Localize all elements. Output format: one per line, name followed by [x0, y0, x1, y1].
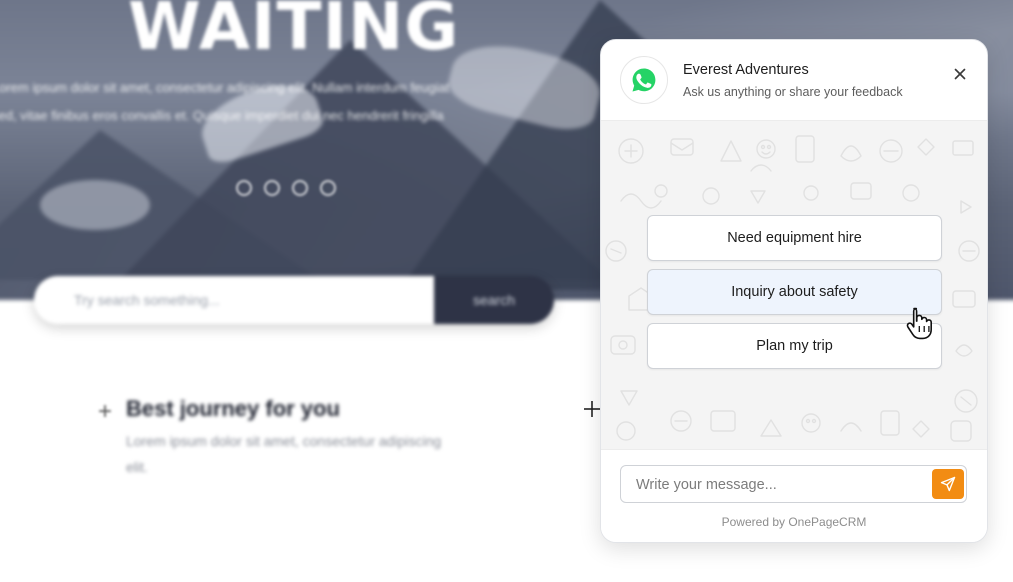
hero-title: WAITING	[128, 0, 460, 65]
chat-subtitle: Ask us anything or share your feedback	[683, 85, 903, 99]
close-button[interactable]	[949, 63, 971, 85]
quick-reply-plan-trip[interactable]: Plan my trip	[647, 323, 942, 369]
slider-dot[interactable]	[292, 180, 308, 196]
hero-text-line-2: sed, vitae finibus eros convallis et. Qu…	[0, 108, 444, 123]
chat-widget-header: Everest Adventures Ask us anything or sh…	[601, 40, 987, 121]
close-icon	[954, 68, 966, 80]
plus-icon: +	[98, 398, 113, 425]
chat-widget: Everest Adventures Ask us anything or sh…	[600, 39, 988, 543]
hero-search-input[interactable]: Try search something...	[34, 276, 434, 324]
slider-dots	[236, 180, 336, 196]
hero-text-line-1: Lorem ipsum dolor sit amet, consectetur …	[0, 80, 450, 95]
feature-description: Lorem ipsum dolor sit amet, consectetur …	[126, 433, 442, 475]
powered-by-text[interactable]: Powered by OnePageCRM	[601, 515, 987, 529]
chat-avatar	[620, 56, 668, 104]
slider-dot[interactable]	[264, 180, 280, 196]
chat-body: Need equipment hire Inquiry about safety…	[601, 121, 987, 449]
quick-reply-equipment-hire[interactable]: Need equipment hire	[647, 215, 942, 261]
slider-dot[interactable]	[236, 180, 252, 196]
hero-search-bar: Try search something... search	[34, 276, 554, 324]
whatsapp-icon	[632, 68, 656, 92]
send-button[interactable]	[932, 469, 964, 499]
message-input[interactable]	[621, 466, 938, 504]
crosshair-cursor-icon	[584, 401, 600, 417]
hand-pointer-cursor-icon	[906, 307, 932, 340]
feature-title: Best journey for you	[126, 396, 340, 421]
send-icon	[940, 476, 956, 492]
message-composer	[620, 465, 967, 504]
hero-search-button[interactable]: search	[434, 276, 554, 324]
chat-title: Everest Adventures	[683, 62, 809, 78]
chat-footer: Powered by OnePageCRM	[601, 449, 987, 542]
quick-reply-safety-inquiry[interactable]: Inquiry about safety	[647, 269, 942, 315]
quick-reply-options: Need equipment hire Inquiry about safety…	[647, 215, 942, 377]
slider-dot[interactable]	[320, 180, 336, 196]
